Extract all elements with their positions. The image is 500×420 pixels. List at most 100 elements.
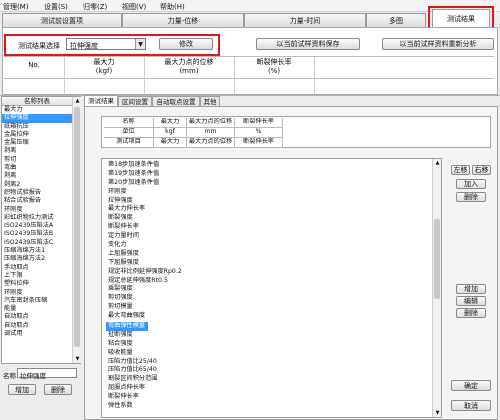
scroll-up-icon[interactable]: ▲ [433, 159, 441, 167]
tab-multi-chart[interactable]: 多图 [366, 13, 426, 27]
name-list-item[interactable]: 塑料拉伸 [2, 280, 72, 288]
result-item[interactable]: 定力量时间 [106, 232, 428, 241]
join-button[interactable]: 加入 [456, 179, 486, 189]
tab-force-time[interactable]: 力量-时间 [244, 13, 366, 27]
delete-button[interactable]: 删除 [456, 308, 486, 318]
name-list-item[interactable]: 纸箱抗压 [2, 123, 72, 131]
result-item[interactable]: 弯曲弹性模量 [106, 322, 149, 331]
delete-name-button[interactable]: 删除 [44, 384, 72, 395]
scroll-thumb[interactable] [74, 107, 80, 347]
result-item[interactable]: 最大弯曲强度 [106, 312, 428, 321]
scrollbar[interactable]: ▲ ▼ [72, 97, 81, 363]
scroll-down-icon[interactable]: ▼ [433, 409, 441, 417]
menu-view[interactable]: 视图(V) [122, 2, 146, 12]
name-list-item[interactable]: 自动取点 [2, 322, 72, 330]
def-table-cell[interactable]: 单位 [104, 128, 154, 138]
scrollbar[interactable]: ▲ ▼ [432, 159, 441, 417]
remove-button[interactable]: 删除 [456, 192, 486, 202]
result-item[interactable]: 粘合强度 [106, 340, 428, 349]
def-table-cell[interactable]: 断裂伸长率 [235, 138, 283, 148]
menu-help[interactable]: 帮助(H) [160, 2, 185, 12]
result-item[interactable]: 第20步加速条件值 [106, 179, 428, 188]
name-list-panel: 名称列表 最大力 拉伸强度 纸箱抗压 金属拉伸 金属压缩 剥离 剪切 弯曲 剥离 剥离2 织物试验报… [1, 96, 81, 364]
col-no: No. [28, 61, 40, 69]
name-list-item[interactable]: 调试用 [2, 330, 72, 338]
name-list-item[interactable]: 拉伸强度 [2, 114, 72, 123]
result-items-list[interactable]: 第18步加速条件值 第19步加速条件值 第20步加速条件值 环刚度 拉伸强度 最大力伸长率… [101, 158, 442, 418]
name-list-item[interactable]: 粘合试验报告 [2, 197, 72, 205]
result-item[interactable]: 断裂伸长率 [106, 393, 428, 402]
divider [314, 57, 315, 94]
cancel-button[interactable]: 取消 [451, 400, 491, 411]
tab-force-displacement[interactable]: 力量-位移 [122, 13, 244, 27]
name-list-item[interactable]: 剥离 [2, 172, 72, 180]
confirm-button[interactable]: 确定 [451, 380, 491, 391]
edit-button[interactable]: 编辑 [456, 296, 486, 306]
name-list-item[interactable]: 剪切 [2, 156, 72, 164]
name-list-item[interactable]: 剥离 [2, 147, 72, 155]
name-list-item[interactable]: 环刚度 [2, 206, 72, 214]
result-item[interactable]: 上屈服强度 [106, 250, 428, 259]
def-table-cell[interactable]: 测试项目 [104, 138, 154, 148]
edit-label: 编辑 [464, 297, 478, 305]
result-item[interactable]: 第19步加速条件值 [106, 170, 428, 179]
def-table-cell[interactable]: mm [187, 128, 235, 138]
result-item[interactable]: 屈服点伸长率 [106, 384, 428, 393]
result-item[interactable]: 环刚度 [106, 188, 428, 197]
menu-zero[interactable]: 归零(Z) [83, 2, 107, 12]
divider [144, 57, 145, 94]
name-list-item[interactable]: 剥离2 [2, 181, 72, 189]
add-button[interactable]: 增加 [456, 284, 486, 294]
sub-tab-test-results[interactable]: 测试结果 [84, 95, 118, 106]
sub-tab-auto-pick-settings[interactable]: 自动取点设置 [152, 96, 200, 106]
name-list-item[interactable]: 自动取点 [2, 313, 72, 321]
name-list-item[interactable]: 上下限 [2, 272, 72, 280]
move-left-button[interactable]: 左移 [451, 165, 470, 175]
name-list-item[interactable]: 压缩海绵方法2 [2, 255, 72, 263]
add-name-button[interactable]: 增加 [8, 384, 36, 395]
sub-tab-other[interactable]: 其他 [200, 96, 220, 106]
tab-pre-test-settings[interactable]: 测试前设置项 [2, 13, 122, 27]
name-field[interactable]: 拉伸强度 [17, 368, 77, 380]
result-item[interactable]: 断裂强度 [106, 214, 428, 223]
name-list-item[interactable]: 金属拉伸 [2, 131, 72, 139]
move-right-button[interactable]: 右移 [472, 165, 491, 175]
result-item[interactable]: 拉伸强度 [106, 197, 428, 206]
result-item[interactable]: 断裂伸长率 [106, 223, 428, 232]
result-item[interactable]: 变化力 [106, 241, 428, 250]
result-item[interactable]: 规定总延伸强度Rt0.5 [106, 277, 428, 286]
result-item[interactable]: 吸收能量 [106, 349, 428, 358]
name-list-header-label: 名称列表 [24, 97, 50, 105]
result-item[interactable]: 剪切强度 [106, 294, 428, 303]
name-list-item[interactable]: 汽车密封条压缩 [2, 297, 72, 305]
def-table-cell[interactable]: % [235, 128, 283, 138]
menu-manage[interactable]: 管理(M) [3, 2, 29, 12]
scroll-down-icon[interactable]: ▼ [73, 355, 82, 363]
name-list-item[interactable]: 手动取点 [2, 264, 72, 272]
result-item[interactable]: 下屈服强度 [106, 259, 428, 268]
result-item[interactable]: 割裂区间积分范围 [106, 375, 428, 384]
result-item[interactable]: 剪切模量 [106, 303, 428, 312]
result-item[interactable]: 扯断强度 [106, 331, 428, 340]
col-max-force-displacement: 最大力点的位移 (mm) [164, 58, 214, 75]
scroll-up-icon[interactable]: ▲ [73, 97, 82, 105]
result-item[interactable]: 规定非比例延伸强度Rp0.2 [106, 268, 428, 277]
result-item[interactable]: 乘裂强度 [106, 285, 428, 294]
result-item[interactable]: 第18步加速条件值 [106, 161, 428, 170]
def-table-cell[interactable]: 最大力点的位移 [187, 138, 235, 148]
name-list-item[interactable]: ISO2439压陷法C [2, 239, 72, 247]
name-list-item[interactable]: ISO2439压陷法B [2, 230, 72, 238]
name-list-item[interactable]: 环刚度 [2, 289, 72, 297]
menu-settings[interactable]: 设置(S) [44, 2, 68, 12]
sub-tab-interval-settings[interactable]: 区间设置 [118, 96, 152, 106]
result-item[interactable]: 弹性系数 [106, 402, 428, 411]
name-list-item[interactable]: 彩虹织物拉力测试 [2, 214, 72, 222]
name-list[interactable]: 最大力 拉伸强度 纸箱抗压 金属拉伸 金属压缩 剥离 剪切 弯曲 剥离 剥离2 织物试验报告 粘合试验… [2, 106, 72, 338]
reanalyze-current-sample-button[interactable]: 以当前试样资料重新分析 [382, 38, 494, 50]
def-table-cell[interactable]: kgf [154, 128, 187, 138]
scroll-thumb[interactable] [434, 219, 440, 299]
delete-name-label: 删除 [51, 385, 65, 394]
def-table-cell[interactable]: 最大力 [154, 138, 187, 148]
result-item[interactable]: 最大力伸长率 [106, 205, 428, 214]
save-as-current-sample-button[interactable]: 以当前试样资料保存 [256, 38, 360, 50]
